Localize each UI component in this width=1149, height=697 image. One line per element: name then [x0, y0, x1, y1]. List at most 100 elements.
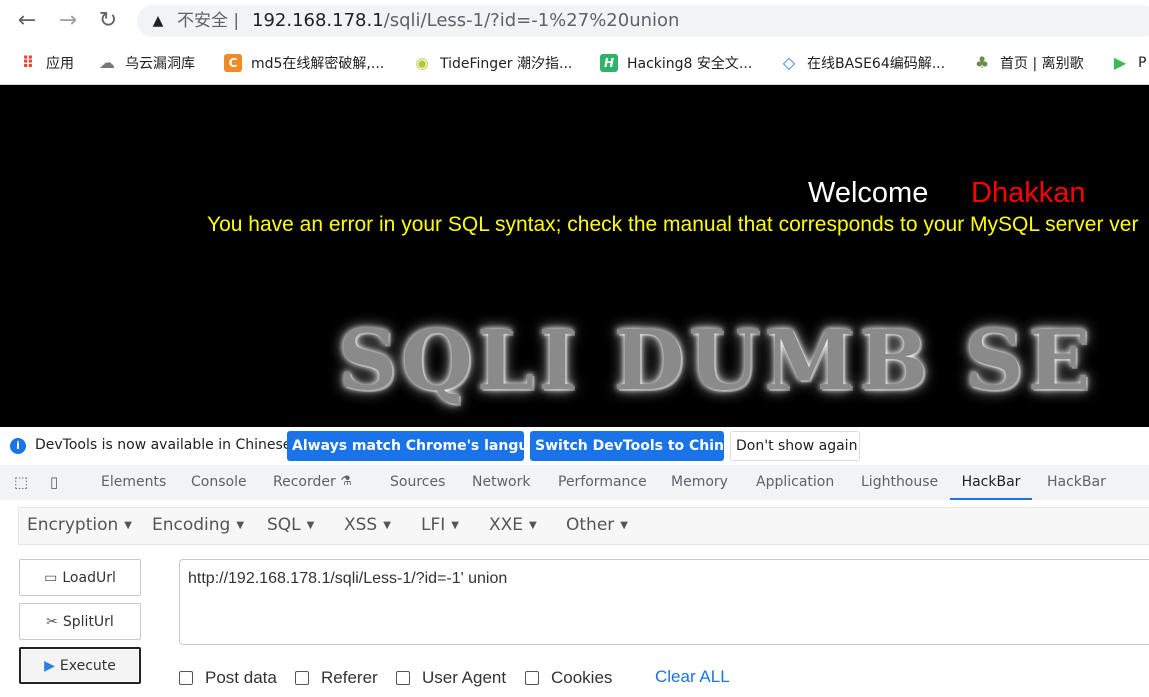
- device-toolbar-icon[interactable]: ▯: [44, 473, 64, 491]
- menu-other[interactable]: Other ▼: [566, 515, 628, 535]
- split-url-button[interactable]: ✂ SplitUrl: [19, 603, 141, 640]
- welcome-text: Welcome: [808, 177, 929, 209]
- bookmark-apps[interactable]: ⠿ 应用: [19, 52, 74, 74]
- back-arrow-icon[interactable]: ←: [14, 8, 40, 34]
- apps-grid-icon: ⠿: [21, 53, 35, 72]
- cmd5-icon: C: [224, 54, 242, 72]
- warning-triangle-icon[interactable]: ▲: [149, 12, 167, 30]
- checkbox-label: Post data: [205, 668, 277, 687]
- clear-all-link[interactable]: Clear ALL: [655, 667, 730, 687]
- menu-xxe[interactable]: XXE ▼: [489, 515, 537, 535]
- checkbox-box[interactable]: [525, 671, 539, 685]
- checkbox-label: Cookies: [551, 668, 613, 687]
- fingerprint-icon: ◉: [415, 54, 429, 72]
- bookmark-leavesongs[interactable]: ♣ 首页 | 离别歌: [973, 52, 1084, 74]
- tab-recorder[interactable]: Recorder: [273, 465, 336, 500]
- sql-error-message: You have an error in your SQL syntax; ch…: [207, 213, 1139, 236]
- flask-icon: ⚗: [340, 474, 352, 489]
- caret-down-icon: ▼: [236, 519, 245, 531]
- bookmark-label: 乌云漏洞库: [125, 56, 195, 72]
- load-icon: ▭: [44, 569, 58, 586]
- reload-icon[interactable]: ↻: [95, 8, 121, 34]
- play-icon: ▶: [44, 657, 55, 674]
- bookmark-label: 首页 | 离别歌: [1000, 56, 1084, 72]
- menu-label: XXE: [489, 515, 524, 535]
- tab-network[interactable]: Network: [472, 465, 530, 500]
- menu-encoding[interactable]: Encoding ▼: [152, 515, 244, 535]
- hackbar-menu-bar: Encryption ▼ Encoding ▼ SQL ▼ XSS ▼ LFI ▼ XXE…: [18, 507, 1149, 545]
- tab-hackbar[interactable]: HackBar: [1047, 465, 1106, 500]
- base64-icon: ◇: [782, 53, 796, 72]
- caret-down-icon: ▼: [124, 519, 132, 531]
- menu-label: XSS: [344, 515, 378, 535]
- infobar-message: DevTools is now available in Chinese!: [35, 437, 297, 453]
- url-host: 192.168.178.1: [252, 10, 384, 31]
- security-label[interactable]: 不安全 |: [177, 10, 239, 32]
- hacking8-icon: H: [600, 54, 618, 72]
- browser-toolbar: ← → ↻ ▲ 不安全 | 192.168.178.1/sqli/Less-1/…: [0, 0, 1149, 42]
- tab-sources[interactable]: Sources: [390, 465, 445, 500]
- url-textarea[interactable]: http://192.168.178.1/sqli/Less-1/?id=-1'…: [179, 559, 1149, 645]
- checkbox-label: User Agent: [422, 668, 507, 687]
- bookmark-base64[interactable]: ◇ 在线BASE64编码解...: [780, 52, 945, 74]
- hackbar-panel: Encryption ▼ Encoding ▼ SQL ▼ XSS ▼ LFI ▼ XXE…: [0, 500, 1149, 697]
- button-label: Execute: [59, 657, 116, 674]
- leavesongs-icon: ♣: [974, 53, 990, 72]
- menu-label: Encryption: [27, 515, 119, 535]
- bookmark-label: 在线BASE64编码解...: [807, 56, 946, 72]
- tab-hackbar-active[interactable]: HackBar: [950, 465, 1032, 500]
- devtools-tab-strip: ⬚ ▯ Elements Console Recorder ⚗ Sources …: [0, 465, 1149, 501]
- bookmark-wooyun[interactable]: ☁ 乌云漏洞库: [98, 52, 195, 74]
- referer-checkbox[interactable]: Referer: [295, 668, 378, 688]
- web-page: Welcome Dhakkan You have an error in you…: [0, 85, 1149, 427]
- bookmark-label: 应用: [46, 56, 74, 72]
- menu-label: SQL: [267, 515, 301, 535]
- bookmark-cmd5[interactable]: C md5在线解密破解,...: [224, 52, 384, 74]
- bookmark-tidefinger[interactable]: ◉ TideFinger 潮汐指...: [413, 52, 572, 74]
- forward-arrow-icon[interactable]: →: [55, 8, 81, 34]
- url-path: /sqli/Less-1/?id=-1%27%20union: [383, 10, 680, 31]
- tab-memory[interactable]: Memory: [671, 465, 728, 500]
- url-textarea-value: http://192.168.178.1/sqli/Less-1/?id=-1'…: [188, 570, 508, 587]
- menu-sql[interactable]: SQL ▼: [267, 515, 314, 535]
- tab-elements[interactable]: Elements: [101, 465, 166, 500]
- bookmark-label: md5在线解密破解,...: [251, 56, 385, 72]
- scissors-icon: ✂: [46, 613, 58, 630]
- inspect-element-icon[interactable]: ⬚: [11, 473, 31, 491]
- cookies-checkbox[interactable]: Cookies: [525, 668, 612, 688]
- tab-lighthouse[interactable]: Lighthouse: [861, 465, 938, 500]
- checkbox-label: Referer: [321, 668, 378, 687]
- checkbox-box[interactable]: [295, 671, 309, 685]
- address-bar[interactable]: ▲ 不安全 | 192.168.178.1/sqli/Less-1/?id=-1…: [137, 5, 1149, 37]
- bookmark-label: TideFinger 潮汐指...: [440, 56, 573, 72]
- sqli-banner-logo: SQLI DUMB SE: [338, 313, 1095, 409]
- menu-encryption[interactable]: Encryption ▼: [27, 515, 132, 535]
- menu-xss[interactable]: XSS ▼: [344, 515, 391, 535]
- url-text[interactable]: 192.168.178.1/sqli/Less-1/?id=-1%27%20un…: [252, 10, 679, 32]
- button-label: SplitUrl: [62, 613, 114, 630]
- button-label: LoadUrl: [62, 569, 116, 586]
- switch-to-chinese-button[interactable]: Switch DevTools to Chinese: [530, 431, 751, 461]
- tab-application[interactable]: Application: [756, 465, 834, 500]
- checkbox-box[interactable]: [396, 671, 410, 685]
- menu-lfi[interactable]: LFI ▼: [421, 515, 459, 535]
- post-data-checkbox[interactable]: Post data: [179, 668, 277, 688]
- caret-down-icon: ▼: [306, 519, 315, 531]
- menu-label: LFI: [421, 515, 446, 535]
- dont-show-again-button[interactable]: Don't show again: [730, 431, 860, 461]
- caret-down-icon: ▼: [529, 519, 537, 531]
- bookmark-hacking8[interactable]: H Hacking8 安全文...: [600, 52, 752, 74]
- caret-down-icon: ▼: [383, 519, 391, 531]
- bookmark-more[interactable]: ▶ P: [1111, 52, 1147, 74]
- info-icon: i: [10, 438, 26, 454]
- user-agent-checkbox[interactable]: User Agent: [396, 668, 506, 688]
- load-url-button[interactable]: ▭ LoadUrl: [19, 559, 141, 596]
- always-match-language-button[interactable]: Always match Chrome's language: [287, 431, 557, 461]
- caret-down-icon: ▼: [620, 519, 628, 531]
- caret-down-icon: ▼: [451, 519, 459, 531]
- tab-performance[interactable]: Performance: [558, 465, 647, 500]
- bookmark-label: P: [1138, 55, 1147, 71]
- checkbox-box[interactable]: [179, 671, 193, 685]
- execute-button[interactable]: ▶ Execute: [19, 647, 141, 684]
- tab-console[interactable]: Console: [191, 465, 247, 500]
